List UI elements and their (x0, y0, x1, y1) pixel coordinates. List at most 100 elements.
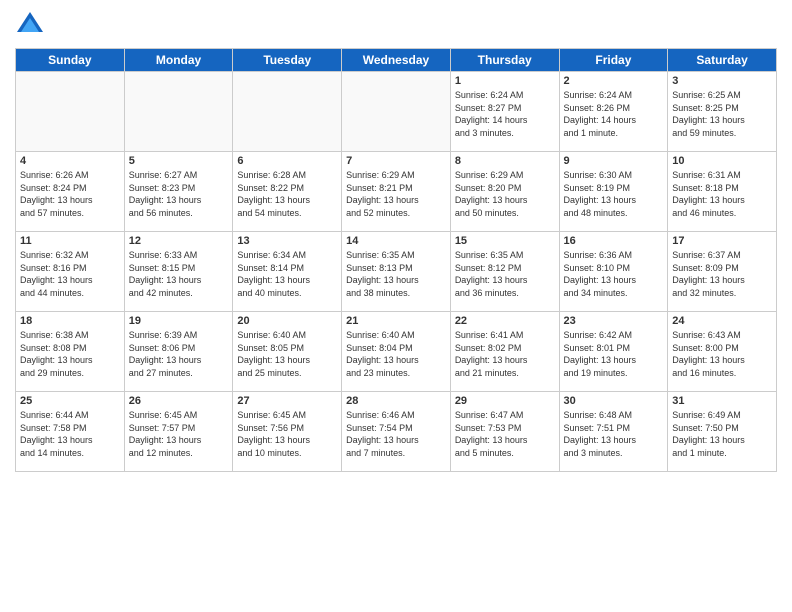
header-row: SundayMondayTuesdayWednesdayThursdayFrid… (16, 49, 777, 72)
day-info: Sunrise: 6:40 AM Sunset: 8:05 PM Dayligh… (237, 329, 337, 379)
calendar-header: SundayMondayTuesdayWednesdayThursdayFrid… (16, 49, 777, 72)
week-row-2: 4 Sunrise: 6:26 AM Sunset: 8:24 PM Daylig… (16, 152, 777, 232)
day-number: 7 (346, 155, 446, 167)
day-number: 13 (237, 235, 337, 247)
day-info: Sunrise: 6:41 AM Sunset: 8:02 PM Dayligh… (455, 329, 555, 379)
day-cell: 14Sunrise: 6:35 AM Sunset: 8:13 PM Dayli… (342, 232, 451, 312)
day-cell: 15 Sunrise: 6:35 AM Sunset: 8:12 PM Dayli… (450, 232, 559, 312)
day-number: 30 (564, 395, 664, 407)
day-info: Sunrise: 6:48 AM Sunset: 7:51 PM Dayligh… (564, 409, 664, 459)
day-cell: 24 Sunrise: 6:43 AM Sunset: 8:00 PM Dayli… (668, 312, 777, 392)
day-number: 12 (129, 235, 229, 247)
day-info: Sunrise: 6:45 AM Sunset: 7:57 PM Dayligh… (129, 409, 229, 459)
day-info: Sunrise: 6:42 AM Sunset: 8:01 PM Dayligh… (564, 329, 664, 379)
day-number: 5 (129, 155, 229, 167)
day-cell (16, 72, 125, 152)
day-header-tuesday: Tuesday (233, 49, 342, 72)
day-cell: 21Sunrise: 6:40 AM Sunset: 8:04 PM Dayli… (342, 312, 451, 392)
day-info: Sunrise: 6:43 AM Sunset: 8:00 PM Dayligh… (672, 329, 772, 379)
day-cell: 26 Sunrise: 6:45 AM Sunset: 7:57 PM Dayli… (124, 392, 233, 472)
day-cell (124, 72, 233, 152)
day-number: 24 (672, 315, 772, 327)
day-cell: 3 Sunrise: 6:25 AM Sunset: 8:25 PM Daylig… (668, 72, 777, 152)
day-number: 20 (237, 315, 337, 327)
day-number: 2 (564, 75, 664, 87)
day-header-wednesday: Wednesday (342, 49, 451, 72)
day-number: 8 (455, 155, 555, 167)
day-cell: 16 Sunrise: 6:36 AM Sunset: 8:10 PM Dayli… (559, 232, 668, 312)
day-info: Sunrise: 6:33 AM Sunset: 8:15 PM Dayligh… (129, 249, 229, 299)
day-number: 16 (564, 235, 664, 247)
day-info: Sunrise: 6:35 AM Sunset: 8:12 PM Dayligh… (455, 249, 555, 299)
day-cell: 10 Sunrise: 6:31 AM Sunset: 8:18 PM Dayli… (668, 152, 777, 232)
day-number: 4 (20, 155, 120, 167)
day-info: Sunrise: 6:29 AM Sunset: 8:21 PM Dayligh… (346, 169, 446, 219)
day-cell: 27Sunrise: 6:45 AM Sunset: 7:56 PM Dayli… (233, 392, 342, 472)
day-info: Sunrise: 6:37 AM Sunset: 8:09 PM Dayligh… (672, 249, 772, 299)
day-cell: 28Sunrise: 6:46 AM Sunset: 7:54 PM Dayli… (342, 392, 451, 472)
day-number: 27 (237, 395, 337, 407)
day-info: Sunrise: 6:34 AM Sunset: 8:14 PM Dayligh… (237, 249, 337, 299)
day-number: 11 (20, 235, 120, 247)
day-cell: 25 Sunrise: 6:44 AM Sunset: 7:58 PM Dayli… (16, 392, 125, 472)
day-cell: 29Sunrise: 6:47 AM Sunset: 7:53 PM Dayli… (450, 392, 559, 472)
day-info: Sunrise: 6:29 AM Sunset: 8:20 PM Dayligh… (455, 169, 555, 219)
day-cell: 5Sunrise: 6:27 AM Sunset: 8:23 PM Daylig… (124, 152, 233, 232)
day-number: 19 (129, 315, 229, 327)
day-number: 15 (455, 235, 555, 247)
day-number: 29 (455, 395, 555, 407)
week-row-3: 11 Sunrise: 6:32 AM Sunset: 8:16 PM Dayli… (16, 232, 777, 312)
day-number: 31 (672, 395, 772, 407)
day-info: Sunrise: 6:44 AM Sunset: 7:58 PM Dayligh… (20, 409, 120, 459)
day-cell (233, 72, 342, 152)
day-cell: 8 Sunrise: 6:29 AM Sunset: 8:20 PM Daylig… (450, 152, 559, 232)
day-number: 6 (237, 155, 337, 167)
day-info: Sunrise: 6:46 AM Sunset: 7:54 PM Dayligh… (346, 409, 446, 459)
day-number: 21 (346, 315, 446, 327)
day-cell: 23Sunrise: 6:42 AM Sunset: 8:01 PM Dayli… (559, 312, 668, 392)
day-number: 22 (455, 315, 555, 327)
day-cell: 30 Sunrise: 6:48 AM Sunset: 7:51 PM Dayli… (559, 392, 668, 472)
day-cell: 9Sunrise: 6:30 AM Sunset: 8:19 PM Daylig… (559, 152, 668, 232)
page-header (15, 10, 777, 40)
day-info: Sunrise: 6:24 AM Sunset: 8:27 PM Dayligh… (455, 89, 555, 139)
week-row-5: 25 Sunrise: 6:44 AM Sunset: 7:58 PM Dayli… (16, 392, 777, 472)
day-cell (342, 72, 451, 152)
day-info: Sunrise: 6:31 AM Sunset: 8:18 PM Dayligh… (672, 169, 772, 219)
day-number: 26 (129, 395, 229, 407)
calendar-body: 1 Sunrise: 6:24 AM Sunset: 8:27 PM Daylig… (16, 72, 777, 472)
day-cell: 6Sunrise: 6:28 AM Sunset: 8:22 PM Daylig… (233, 152, 342, 232)
day-info: Sunrise: 6:32 AM Sunset: 8:16 PM Dayligh… (20, 249, 120, 299)
day-header-sunday: Sunday (16, 49, 125, 72)
day-info: Sunrise: 6:24 AM Sunset: 8:26 PM Dayligh… (564, 89, 664, 139)
week-row-4: 18Sunrise: 6:38 AM Sunset: 8:08 PM Dayli… (16, 312, 777, 392)
day-number: 1 (455, 75, 555, 87)
day-cell: 17 Sunrise: 6:37 AM Sunset: 8:09 PM Dayli… (668, 232, 777, 312)
day-info: Sunrise: 6:49 AM Sunset: 7:50 PM Dayligh… (672, 409, 772, 459)
calendar: SundayMondayTuesdayWednesdayThursdayFrid… (15, 48, 777, 472)
logo (15, 10, 49, 40)
day-number: 17 (672, 235, 772, 247)
day-info: Sunrise: 6:26 AM Sunset: 8:24 PM Dayligh… (20, 169, 120, 219)
day-header-friday: Friday (559, 49, 668, 72)
day-cell: 7 Sunrise: 6:29 AM Sunset: 8:21 PM Daylig… (342, 152, 451, 232)
day-header-saturday: Saturday (668, 49, 777, 72)
day-number: 10 (672, 155, 772, 167)
day-info: Sunrise: 6:36 AM Sunset: 8:10 PM Dayligh… (564, 249, 664, 299)
day-cell: 13 Sunrise: 6:34 AM Sunset: 8:14 PM Dayli… (233, 232, 342, 312)
day-cell: 12 Sunrise: 6:33 AM Sunset: 8:15 PM Dayli… (124, 232, 233, 312)
day-cell: 1 Sunrise: 6:24 AM Sunset: 8:27 PM Daylig… (450, 72, 559, 152)
day-info: Sunrise: 6:35 AM Sunset: 8:13 PM Dayligh… (346, 249, 446, 299)
week-row-1: 1 Sunrise: 6:24 AM Sunset: 8:27 PM Daylig… (16, 72, 777, 152)
day-info: Sunrise: 6:38 AM Sunset: 8:08 PM Dayligh… (20, 329, 120, 379)
day-info: Sunrise: 6:25 AM Sunset: 8:25 PM Dayligh… (672, 89, 772, 139)
day-header-monday: Monday (124, 49, 233, 72)
logo-icon (15, 10, 45, 40)
day-cell: 22 Sunrise: 6:41 AM Sunset: 8:02 PM Dayli… (450, 312, 559, 392)
day-cell: 31 Sunrise: 6:49 AM Sunset: 7:50 PM Dayli… (668, 392, 777, 472)
day-cell: 11 Sunrise: 6:32 AM Sunset: 8:16 PM Dayli… (16, 232, 125, 312)
day-number: 25 (20, 395, 120, 407)
day-number: 3 (672, 75, 772, 87)
day-cell: 20 Sunrise: 6:40 AM Sunset: 8:05 PM Dayli… (233, 312, 342, 392)
day-header-thursday: Thursday (450, 49, 559, 72)
